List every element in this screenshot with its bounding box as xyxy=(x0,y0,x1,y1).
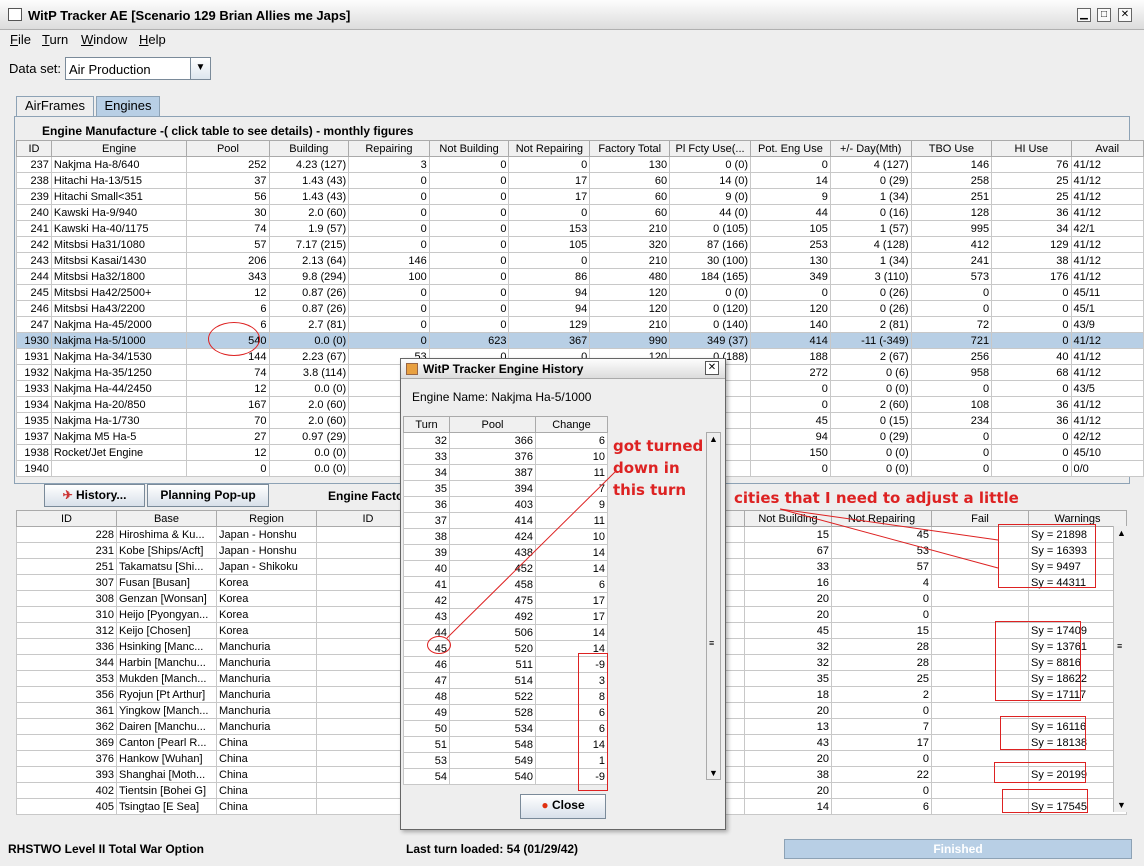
annotation-lines xyxy=(446,471,999,639)
annotation-line-cities-2 xyxy=(779,508,999,541)
annotation-line-cities-1 xyxy=(779,508,999,569)
annotation-line-turn xyxy=(446,471,616,639)
